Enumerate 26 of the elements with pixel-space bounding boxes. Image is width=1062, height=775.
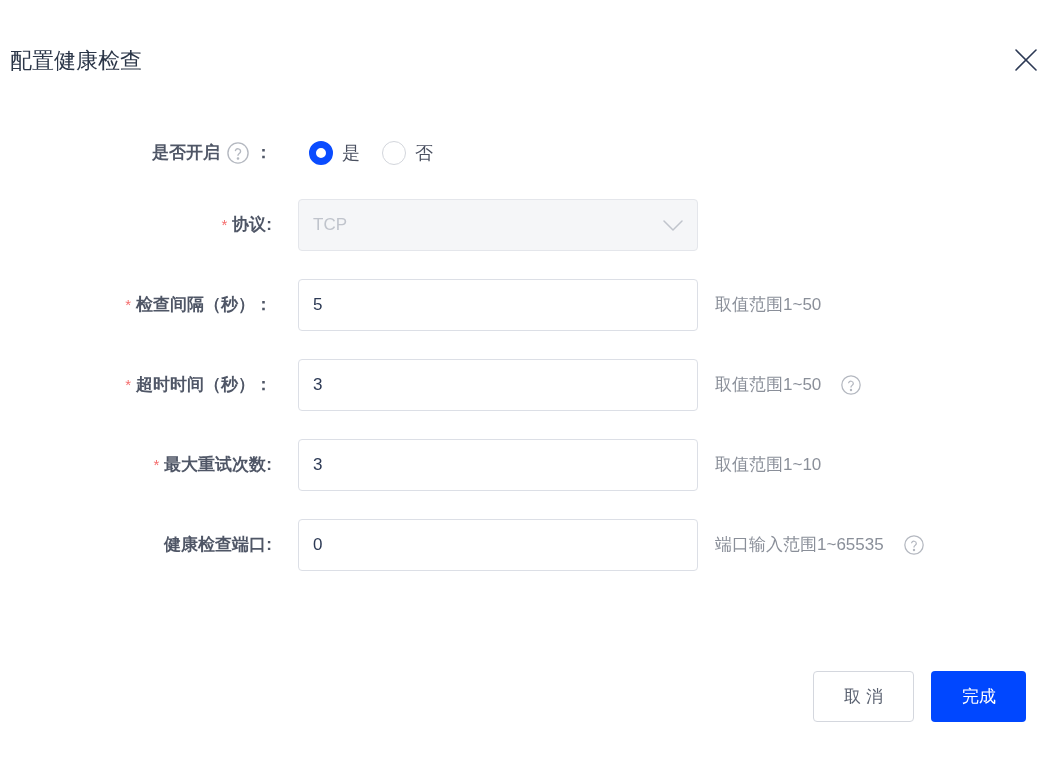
required-asterisk: * — [125, 294, 131, 315]
field-label: 最大重试次数: — [164, 454, 272, 477]
field-label: 是否开启 — [152, 142, 220, 165]
chevron-down-icon — [663, 219, 683, 231]
hint-text: 端口输入范围1~65535 — [715, 534, 884, 557]
required-asterisk: * — [125, 374, 131, 395]
radio-option[interactable]: 否 — [382, 141, 433, 165]
required-asterisk: * — [153, 454, 160, 475]
field-label: 检查间隔（秒）： — [136, 294, 272, 317]
input-field[interactable]: 3 — [298, 359, 698, 411]
required-asterisk: * — [221, 214, 228, 235]
field-label-colon: ： — [255, 142, 272, 165]
input-field[interactable]: 3 — [298, 439, 698, 491]
hint-text: 取值范围1~50 — [715, 294, 822, 317]
hint-text: 取值范围1~10 — [715, 454, 822, 477]
radio-option[interactable]: 是 — [309, 141, 360, 165]
field-label: 超时时间（秒）： — [136, 374, 272, 397]
input-field[interactable]: 0 — [298, 519, 698, 571]
input-field[interactable]: 5 — [298, 279, 698, 331]
dialog-title: 配置健康检查 — [10, 46, 142, 75]
field-label: 协议: — [232, 214, 272, 237]
cancel-button[interactable]: 取 消 — [813, 671, 914, 722]
hint-text: 取值范围1~50 — [715, 374, 822, 397]
field-label: 健康检查端口: — [164, 534, 272, 557]
close-icon[interactable] — [1015, 49, 1037, 71]
confirm-button[interactable]: 完成 — [931, 671, 1026, 722]
